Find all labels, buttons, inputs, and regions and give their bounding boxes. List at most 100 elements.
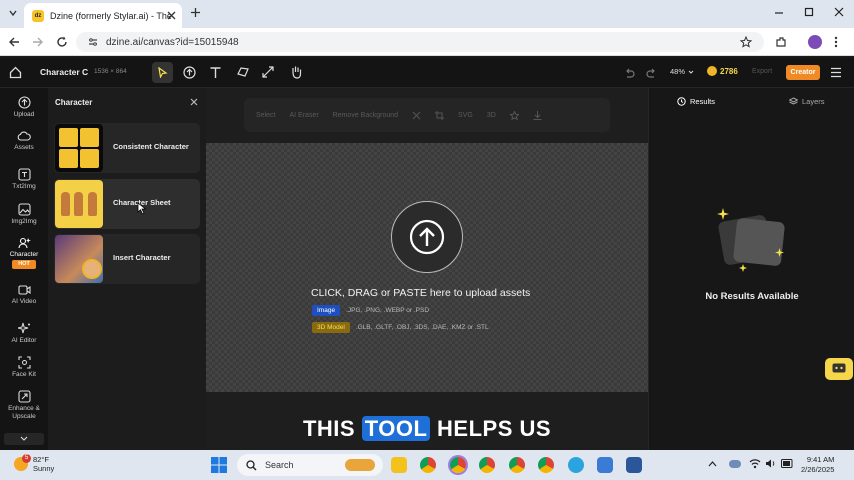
- scissors-icon[interactable]: [412, 111, 421, 120]
- telegram-icon[interactable]: [568, 457, 584, 473]
- app-window-icon[interactable]: [597, 457, 613, 473]
- maximize-icon[interactable]: [804, 7, 814, 17]
- character-sheet-card[interactable]: Character Sheet: [54, 179, 200, 229]
- sidebar-item-face-kit[interactable]: Face Kit: [0, 356, 48, 378]
- upload-tool-icon[interactable]: [183, 66, 196, 79]
- word-icon[interactable]: [626, 457, 642, 473]
- credits-counter[interactable]: 2786: [707, 66, 738, 76]
- new-tab-icon[interactable]: [190, 7, 201, 18]
- sidebar-item-ai-video[interactable]: AI Video: [0, 284, 48, 305]
- taskbar-search[interactable]: Search: [237, 454, 383, 476]
- chrome-profile-3-icon[interactable]: [509, 457, 525, 473]
- sidebar-item-enhance[interactable]: Enhance & Upscale: [0, 390, 48, 421]
- browser-tab-bar: dz Dzine (formerly Stylar.ai) - The: [0, 0, 854, 28]
- browser-menu-icon[interactable]: [834, 36, 838, 48]
- character-icon: [17, 237, 31, 249]
- creator-button[interactable]: Creator: [786, 65, 820, 80]
- url-field[interactable]: dzine.ai/canvas?id=15015948: [76, 32, 764, 52]
- empty-results-illustration: [717, 208, 789, 272]
- cursor-icon: [158, 67, 168, 78]
- back-icon[interactable]: [8, 36, 20, 48]
- sidebar-item-label: Assets: [14, 144, 34, 151]
- chat-support-button[interactable]: [825, 358, 853, 380]
- clock[interactable]: 9:41 AM 2/26/2025: [801, 455, 834, 475]
- redo-icon[interactable]: [646, 67, 657, 78]
- select-tool-button[interactable]: [152, 62, 173, 83]
- home-icon[interactable]: [9, 66, 22, 79]
- shape-tool-icon[interactable]: [236, 65, 250, 79]
- insert-character-card[interactable]: Insert Character: [54, 234, 200, 284]
- profile-avatar[interactable]: [808, 35, 822, 49]
- tab-layers[interactable]: Layers: [789, 97, 825, 106]
- volume-icon[interactable]: [765, 458, 777, 469]
- card-label: Consistent Character: [113, 142, 189, 151]
- close-window-icon[interactable]: [834, 7, 844, 17]
- export-button[interactable]: Export: [752, 68, 772, 75]
- text-tool-icon[interactable]: [209, 66, 222, 79]
- ai-eraser-action[interactable]: AI Eraser: [289, 112, 318, 119]
- battery-icon[interactable]: [781, 459, 794, 468]
- chrome-profile-icon[interactable]: [450, 457, 466, 473]
- hand-tool-icon[interactable]: [290, 65, 303, 79]
- face-icon: [17, 356, 31, 369]
- image-icon: [17, 203, 31, 216]
- undo-icon[interactable]: [624, 67, 635, 78]
- remove-background-action[interactable]: Remove Background: [333, 112, 398, 119]
- forward-icon[interactable]: [32, 36, 44, 48]
- consistent-character-card[interactable]: Consistent Character: [54, 123, 200, 173]
- address-bar-row: dzine.ai/canvas?id=15015948: [0, 28, 854, 56]
- star-icon[interactable]: [509, 110, 519, 120]
- minimize-icon[interactable]: [774, 8, 784, 18]
- sidebar-expand-button[interactable]: [4, 433, 44, 445]
- close-tab-icon[interactable]: [167, 11, 176, 20]
- sidebar-item-character[interactable]: Character HOT: [0, 236, 48, 269]
- canvas-size[interactable]: 1536 × 864: [94, 68, 127, 75]
- sidebar-item-img2img[interactable]: Img2Img: [0, 203, 48, 225]
- 3d-action[interactable]: 3D: [487, 112, 496, 119]
- svg-action[interactable]: SVG: [458, 112, 473, 119]
- browser-tab[interactable]: dz Dzine (formerly Stylar.ai) - The: [24, 3, 182, 28]
- reload-icon[interactable]: [56, 36, 68, 48]
- bookmark-star-icon[interactable]: [740, 36, 752, 48]
- project-name[interactable]: Character C: [40, 67, 88, 77]
- onedrive-icon[interactable]: [729, 460, 741, 468]
- mouse-cursor-icon: [137, 202, 147, 215]
- file-explorer-icon[interactable]: [391, 457, 407, 473]
- upload-circle-button[interactable]: [391, 201, 463, 273]
- sidebar-item-upload[interactable]: Upload: [0, 96, 48, 118]
- model-formats-row: 3D Model .GLB, .GLTF, .OBJ, .3DS, .DAE, …: [312, 322, 489, 333]
- model-badge: 3D Model: [312, 322, 350, 333]
- upload-instructions: CLICK, DRAG or PASTE here to upload asse…: [311, 287, 531, 299]
- close-panel-icon[interactable]: [190, 98, 198, 106]
- sidebar-item-label: Enhance & Upscale: [8, 405, 40, 420]
- sidebar-item-ai-editor[interactable]: AI Editor: [0, 322, 48, 344]
- sparkle-star-icon: [717, 208, 729, 220]
- windows-taskbar: 5 82°F Sunny Search 9:41 AM 2/26/2025: [0, 450, 854, 480]
- download-icon[interactable]: [533, 110, 542, 120]
- crop-icon[interactable]: [435, 110, 445, 120]
- menu-icon[interactable]: [830, 67, 842, 78]
- weather-badge: 5: [22, 454, 31, 463]
- sparkle-star-icon: [775, 248, 784, 257]
- chrome-profile-2-icon[interactable]: [479, 457, 495, 473]
- chrome-profile-4-icon[interactable]: [538, 457, 554, 473]
- windows-start-icon[interactable]: [211, 457, 227, 473]
- select-action[interactable]: Select: [256, 112, 275, 119]
- extensions-icon[interactable]: [775, 36, 787, 48]
- sidebar-item-txt2img[interactable]: Txt2Img: [0, 168, 48, 190]
- upload-dropzone[interactable]: CLICK, DRAG or PASTE here to upload asse…: [206, 143, 648, 392]
- resize-tool-icon[interactable]: [262, 66, 274, 78]
- wifi-icon[interactable]: [749, 458, 761, 469]
- weather-widget[interactable]: 82°F Sunny: [33, 455, 54, 473]
- tray-overflow-icon[interactable]: [708, 460, 717, 468]
- image-formats-row: Image .JPG, .PNG, .WEBP or .PSD: [312, 305, 429, 316]
- clock-date: 2/26/2025: [801, 465, 835, 474]
- sidebar-item-assets[interactable]: Assets: [0, 130, 48, 151]
- site-info-icon[interactable]: [88, 37, 98, 47]
- chrome-icon[interactable]: [420, 457, 436, 473]
- tab-list-icon[interactable]: [8, 8, 18, 18]
- sparkle-icon: [17, 322, 30, 334]
- zoom-value: 48%: [670, 67, 686, 76]
- tab-results[interactable]: Results: [677, 97, 715, 106]
- zoom-dropdown[interactable]: 48%: [670, 67, 694, 76]
